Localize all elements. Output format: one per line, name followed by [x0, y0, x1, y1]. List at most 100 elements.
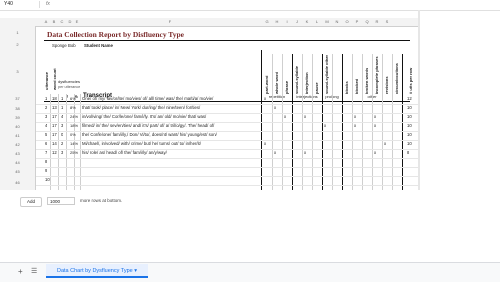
utterance-number[interactable]: 9	[45, 167, 47, 175]
column-header[interactable]: P	[352, 18, 362, 26]
row-total-cell[interactable]: 12	[407, 95, 412, 103]
type-mark-cell[interactable]: x	[384, 140, 386, 148]
transcript-cell[interactable]: One/ of/ my/ fav/or/ite/ mo/vies/ of/ al…	[82, 95, 260, 103]
type-mark-cell[interactable]: x	[354, 122, 356, 130]
add-sheet-icon[interactable]: +	[18, 267, 23, 276]
percent-cell[interactable]: 8%	[70, 104, 76, 112]
transcript-cell[interactable]: in/vol/ving/ the/ Cor/le/one/ fam/i/ly. …	[82, 113, 260, 121]
row-header[interactable]: 41	[0, 131, 36, 140]
type-mark-cell[interactable]: x	[304, 113, 306, 121]
vertical-scrollbar[interactable]	[418, 10, 420, 190]
transcript-cell[interactable]: filmed/ in/ the/ sev/en/ties/ and/ it's/…	[82, 122, 260, 130]
word-count-cell[interactable]: 13	[52, 104, 57, 112]
utterance-number[interactable]: 2	[45, 104, 47, 112]
dysfluency-count-cell[interactable]: 1	[61, 95, 63, 103]
column-header[interactable]: D	[66, 18, 74, 26]
utterance-number[interactable]: 1	[45, 95, 47, 103]
dysfluency-count-cell[interactable]: 4	[61, 113, 63, 121]
column-header[interactable]: N	[332, 18, 342, 26]
column-header[interactable]: G	[262, 18, 272, 26]
column-header[interactable]: A	[42, 18, 50, 26]
type-mark-cell[interactable]: x	[374, 113, 376, 121]
row-total-cell[interactable]: 10	[407, 104, 412, 112]
transcript-cell[interactable]: his/ role/ as/ head/ of/ the/ fam/i/ly/ …	[82, 149, 260, 157]
word-count-cell[interactable]: 17	[52, 113, 57, 121]
formula-bar: Y40 fx	[0, 0, 500, 11]
type-mark-cell[interactable]: x	[374, 149, 376, 157]
type-mark-cell[interactable]: x	[354, 113, 356, 121]
type-mark-cell[interactable]: x	[274, 104, 276, 112]
type-mark-cell[interactable]: x	[304, 149, 306, 157]
row-header[interactable]: 44	[0, 158, 36, 167]
percent-cell[interactable]: 6%	[70, 95, 76, 103]
column-header[interactable]: R	[372, 18, 382, 26]
percent-cell[interactable]: 18%	[70, 122, 78, 130]
type-mark-cell[interactable]: x	[264, 95, 266, 103]
row-header[interactable]: 46	[0, 176, 36, 190]
column-header[interactable]: F	[80, 18, 260, 26]
row-header[interactable]: 43	[0, 149, 36, 158]
utterance-number[interactable]: 10	[45, 176, 50, 184]
column-header[interactable]: K	[302, 18, 312, 26]
word-count-cell[interactable]: 18	[52, 95, 57, 103]
row-total-cell[interactable]: 10	[407, 113, 412, 121]
dysfluency-count-cell[interactable]: 1	[61, 104, 63, 112]
row-total-cell[interactable]: 10	[407, 122, 412, 130]
type-mark-cell[interactable]: x	[264, 140, 266, 148]
column-header[interactable]: M	[322, 18, 332, 26]
percent-cell[interactable]: 0%	[70, 131, 76, 139]
utterance-number[interactable]: 7	[45, 149, 47, 157]
row-header[interactable]: 39	[0, 113, 36, 122]
utterance-number[interactable]: 6	[45, 140, 47, 148]
student-name[interactable]: Sponge Bob	[52, 42, 76, 50]
dysfluency-count-cell[interactable]: 2	[61, 140, 63, 148]
word-count-cell[interactable]: 17	[52, 122, 57, 130]
row-header[interactable]: 38	[0, 104, 36, 113]
percent-cell[interactable]: 25%	[70, 149, 78, 157]
row-header[interactable]: 45	[0, 167, 36, 176]
dysfluency-count-cell[interactable]: 3	[61, 122, 63, 130]
type-mark-cell[interactable]: x	[284, 113, 286, 121]
row-header[interactable]: 1	[0, 26, 36, 40]
utterance-number[interactable]: 8	[45, 158, 47, 166]
row-header[interactable]: 42	[0, 140, 36, 149]
name-box[interactable]: Y40	[2, 1, 40, 8]
utterance-number[interactable]: 3	[45, 113, 47, 121]
word-count-cell[interactable]: 17	[52, 131, 57, 139]
column-header[interactable]: H	[272, 18, 282, 26]
type-mark-cell[interactable]: x	[324, 122, 326, 130]
column-header[interactable]: Q	[362, 18, 372, 26]
utterance-number[interactable]: 4	[45, 122, 47, 130]
column-header[interactable]: B	[50, 18, 58, 26]
dysfluency-count-cell[interactable]: 3	[61, 149, 63, 157]
column-header[interactable]: L	[312, 18, 322, 26]
word-count-cell[interactable]: 14	[52, 140, 57, 148]
column-header[interactable]: S	[382, 18, 392, 26]
transcript-cell[interactable]: the/ Cor/le/one/ fam/i/ly,/ Don/ Vi/to/,…	[82, 131, 260, 139]
add-rows-button[interactable]: Add	[20, 197, 42, 207]
row-header[interactable]: 40	[0, 122, 36, 131]
type-mark-cell[interactable]: x	[374, 122, 376, 130]
row-total-cell[interactable]: 10	[407, 140, 412, 148]
word-count-cell[interactable]: 12	[52, 149, 57, 157]
transcript-cell[interactable]: that/ took/ place/ in/ New/ York/ dur/in…	[82, 104, 260, 112]
all-sheets-icon[interactable]: ☰	[31, 267, 37, 275]
type-mark-cell[interactable]: x	[274, 149, 276, 157]
sheet-tab[interactable]: Data Chart by Dysfluency Type ▾	[46, 264, 148, 278]
row-header[interactable]: 37	[0, 94, 36, 104]
transcript-cell[interactable]: Mi/chael/, in/volved/ with/ crime/ but/ …	[82, 140, 260, 148]
type-header: phrase	[284, 80, 289, 94]
dysfluency-count-cell[interactable]: 0	[61, 131, 63, 139]
column-header[interactable]: J	[292, 18, 302, 26]
column-header[interactable]: O	[342, 18, 352, 26]
row-total-cell[interactable]: 10	[407, 131, 412, 139]
row-total-cell[interactable]: 8	[407, 149, 409, 157]
column-header[interactable]: C	[58, 18, 66, 26]
percent-cell[interactable]: 24%	[70, 113, 78, 121]
utterance-number[interactable]: 5	[45, 131, 47, 139]
column-header[interactable]: I	[282, 18, 292, 26]
rows-count-input[interactable]: 1000	[47, 197, 75, 205]
row-header[interactable]: 3	[0, 50, 36, 94]
percent-cell[interactable]: 14%	[70, 140, 78, 148]
row-header[interactable]: 2	[0, 40, 36, 50]
